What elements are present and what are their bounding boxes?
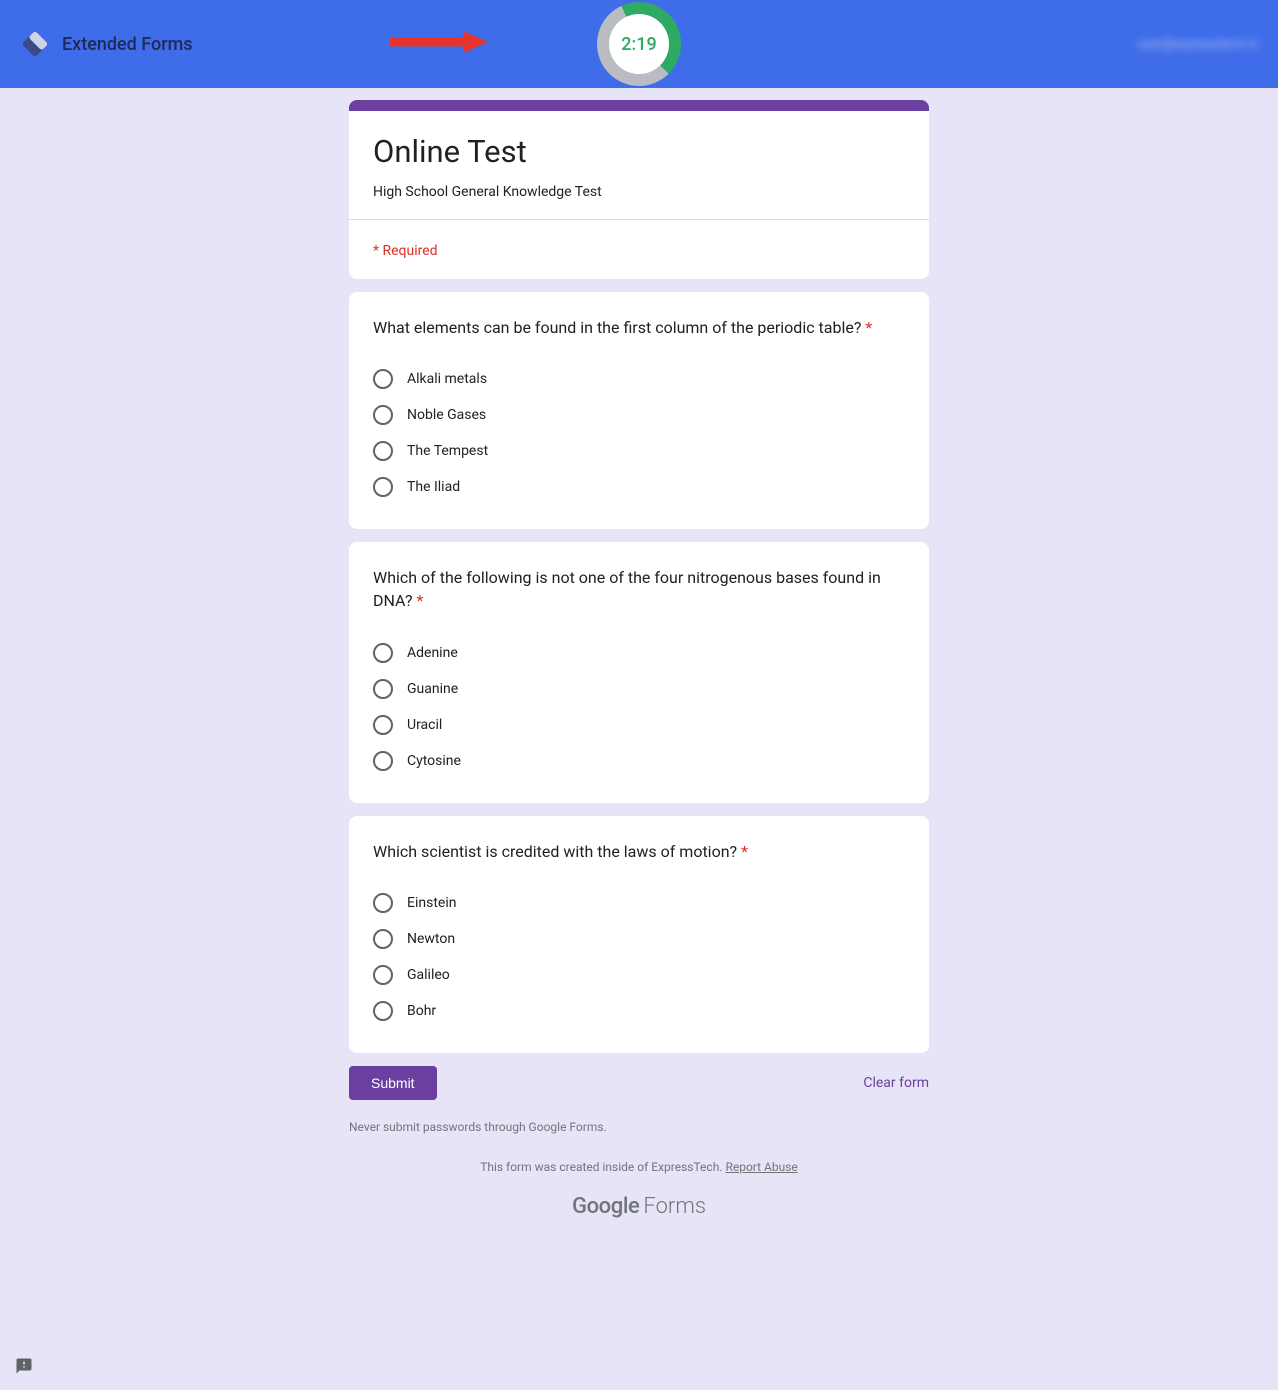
forms-wordmark: Forms bbox=[643, 1194, 706, 1219]
form-title: Online Test bbox=[373, 133, 905, 170]
question-text: Which scientist is credited with the law… bbox=[373, 840, 905, 863]
required-star-icon: * bbox=[865, 318, 872, 337]
question-card: Which scientist is credited with the law… bbox=[349, 816, 929, 1053]
feedback-icon[interactable] bbox=[15, 1357, 33, 1375]
question-card: Which of the following is not one of the… bbox=[349, 542, 929, 802]
form-description: High School General Knowledge Test bbox=[373, 184, 905, 219]
radio-icon bbox=[373, 893, 393, 913]
radio-option[interactable]: Uracil bbox=[373, 707, 905, 743]
brand-logo-icon bbox=[20, 29, 50, 59]
topbar: Extended Forms 2:19 user@expresstech.io bbox=[0, 0, 1278, 88]
radio-option[interactable]: Alkali metals bbox=[373, 361, 905, 397]
radio-icon bbox=[373, 679, 393, 699]
form-actions: Submit Clear form bbox=[349, 1066, 929, 1100]
radio-option[interactable]: The Iliad bbox=[373, 469, 905, 505]
radio-option[interactable]: Newton bbox=[373, 921, 905, 957]
radio-icon bbox=[373, 441, 393, 461]
form-container: Online Test High School General Knowledg… bbox=[349, 100, 929, 1219]
option-label: Adenine bbox=[407, 645, 458, 661]
radio-option[interactable]: Bohr bbox=[373, 993, 905, 1029]
brand-name: Extended Forms bbox=[62, 34, 193, 55]
radio-icon bbox=[373, 751, 393, 771]
submit-button[interactable]: Submit bbox=[349, 1066, 437, 1100]
option-label: Einstein bbox=[407, 895, 456, 911]
option-label: Galileo bbox=[407, 967, 450, 983]
google-forms-logo: GoogleForms bbox=[349, 1194, 929, 1219]
radio-option[interactable]: The Tempest bbox=[373, 433, 905, 469]
timer-text: 2:19 bbox=[621, 34, 656, 55]
option-label: Cytosine bbox=[407, 753, 461, 769]
radio-option[interactable]: Galileo bbox=[373, 957, 905, 993]
required-star-icon: * bbox=[417, 591, 424, 610]
radio-option[interactable]: Cytosine bbox=[373, 743, 905, 779]
countdown-timer: 2:19 bbox=[603, 8, 675, 80]
password-warning: Never submit passwords through Google Fo… bbox=[349, 1120, 929, 1134]
radio-icon bbox=[373, 477, 393, 497]
radio-option[interactable]: Noble Gases bbox=[373, 397, 905, 433]
user-email: user@expresstech.io bbox=[1137, 37, 1258, 52]
option-label: Noble Gases bbox=[407, 407, 486, 423]
radio-icon bbox=[373, 965, 393, 985]
annotation-arrow-icon bbox=[388, 30, 488, 58]
form-header-card: Online Test High School General Knowledg… bbox=[349, 100, 929, 279]
option-label: Guanine bbox=[407, 681, 458, 697]
radio-icon bbox=[373, 715, 393, 735]
radio-option[interactable]: Adenine bbox=[373, 635, 905, 671]
option-label: The Iliad bbox=[407, 479, 460, 495]
option-label: The Tempest bbox=[407, 443, 488, 459]
google-wordmark: Google bbox=[572, 1194, 639, 1219]
clear-form-link[interactable]: Clear form bbox=[863, 1075, 929, 1091]
radio-icon bbox=[373, 643, 393, 663]
question-text: What elements can be found in the first … bbox=[373, 316, 905, 339]
radio-icon bbox=[373, 405, 393, 425]
required-star-icon: * bbox=[741, 842, 748, 861]
question-card: What elements can be found in the first … bbox=[349, 292, 929, 529]
option-label: Newton bbox=[407, 931, 455, 947]
attribution-text: This form was created inside of ExpressT… bbox=[480, 1160, 725, 1174]
required-label: * Required bbox=[373, 243, 438, 259]
radio-option[interactable]: Einstein bbox=[373, 885, 905, 921]
option-label: Uracil bbox=[407, 717, 442, 733]
report-abuse-link[interactable]: Report Abuse bbox=[725, 1160, 797, 1174]
question-text: Which of the following is not one of the… bbox=[373, 566, 905, 612]
radio-option[interactable]: Guanine bbox=[373, 671, 905, 707]
option-label: Bohr bbox=[407, 1003, 436, 1019]
brand: Extended Forms bbox=[20, 29, 193, 59]
radio-icon bbox=[373, 929, 393, 949]
attribution: This form was created inside of ExpressT… bbox=[349, 1160, 929, 1174]
radio-icon bbox=[373, 369, 393, 389]
radio-icon bbox=[373, 1001, 393, 1021]
option-label: Alkali metals bbox=[407, 371, 487, 387]
